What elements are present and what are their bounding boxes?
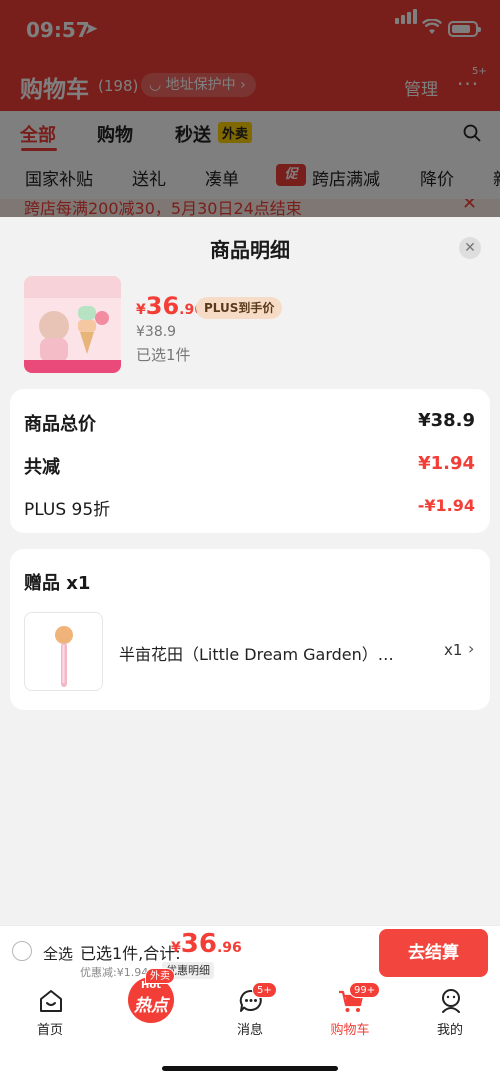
- hot-label: 热点: [134, 996, 168, 1016]
- select-all-radio[interactable]: [12, 941, 32, 961]
- gift-image: [24, 612, 103, 691]
- product-price: ¥36.96: [136, 292, 204, 320]
- nav-label-home: 首页: [36, 1023, 63, 1038]
- background-cart-page: 09:57 ➤ 购物车 (198) ◡ 地址保护中 › 管理 ··· 5+ 全部…: [0, 0, 500, 217]
- summary-label-reduce: 共减: [24, 457, 60, 478]
- price-integer: 36: [145, 292, 180, 320]
- nav-profile[interactable]: 我的: [400, 980, 500, 1050]
- close-icon[interactable]: ✕: [459, 237, 481, 259]
- price-summary-card: 商品总价 ¥38.9 共减 ¥1.94 PLUS 95折 -¥1.94: [10, 389, 490, 533]
- home-icon: [40, 990, 62, 1012]
- nav-label-profile: 我的: [436, 1023, 463, 1038]
- nav-home[interactable]: 首页: [0, 980, 100, 1050]
- total-price-symbol: ¥: [171, 940, 181, 956]
- chevron-right-icon: ›: [468, 639, 475, 658]
- product-image: [24, 276, 121, 373]
- summary-value-total: ¥38.9: [418, 410, 475, 431]
- cart-badge: 99+: [349, 982, 381, 998]
- gift-title: 赠品 x1: [24, 573, 91, 594]
- total-price-decimal: .96: [216, 940, 242, 956]
- summary-label-plus: PLUS 95折: [24, 500, 111, 520]
- select-all-label[interactable]: 全选: [43, 943, 73, 964]
- dim-overlay[interactable]: [0, 0, 500, 217]
- summary-value-reduce: ¥1.94: [418, 453, 475, 474]
- discount-text: 优惠减:¥1.94: [80, 966, 149, 979]
- nav-cart[interactable]: 99+ 购物车: [300, 980, 400, 1050]
- nav-hot[interactable]: Hot 热点 外卖: [100, 968, 200, 1050]
- summary-value-plus: -¥1.94: [417, 496, 475, 515]
- product-detail-sheet: 商品明细 ✕ ¥36.96 PLUS到手价 ¥38.9 已选1件 商品总价 ¥3…: [0, 217, 500, 925]
- gift-name: 半亩花田（Little Dream Garden）…: [119, 645, 394, 664]
- gift-card[interactable]: 赠品 x1 半亩花田（Little Dream Garden）… x1 ›: [10, 549, 490, 710]
- original-price: ¥38.9: [136, 324, 177, 340]
- hot-waimai-tag: 外卖: [145, 968, 175, 984]
- total-price-integer: 36: [180, 929, 217, 959]
- nav-messages[interactable]: 5+ 消息: [200, 980, 300, 1050]
- bottom-nav: 首页 Hot 热点 外卖 5+ 消息 99+ 购物车 我的: [0, 968, 500, 1082]
- home-indicator: [162, 1066, 338, 1071]
- summary-label-total: 商品总价: [24, 414, 96, 435]
- gift-quantity: x1: [444, 641, 463, 659]
- price-symbol: ¥: [136, 302, 146, 318]
- total-price: ¥36.96: [171, 929, 242, 959]
- total-label: 已选1件,合计:: [80, 944, 181, 963]
- checkout-bar: 全选 已选1件,合计: ¥36.96 优惠减:¥1.94 优惠明细 去结算: [0, 925, 500, 980]
- profile-icon: [442, 989, 460, 1013]
- sheet-title: 商品明细: [210, 238, 290, 262]
- nav-label-messages: 消息: [236, 1023, 263, 1038]
- messages-badge: 5+: [252, 982, 277, 998]
- selected-count: 已选1件: [136, 346, 191, 364]
- checkout-button[interactable]: 去结算: [379, 929, 488, 977]
- nav-label-cart: 购物车: [330, 1023, 370, 1038]
- plus-price-badge: PLUS到手价: [196, 297, 283, 319]
